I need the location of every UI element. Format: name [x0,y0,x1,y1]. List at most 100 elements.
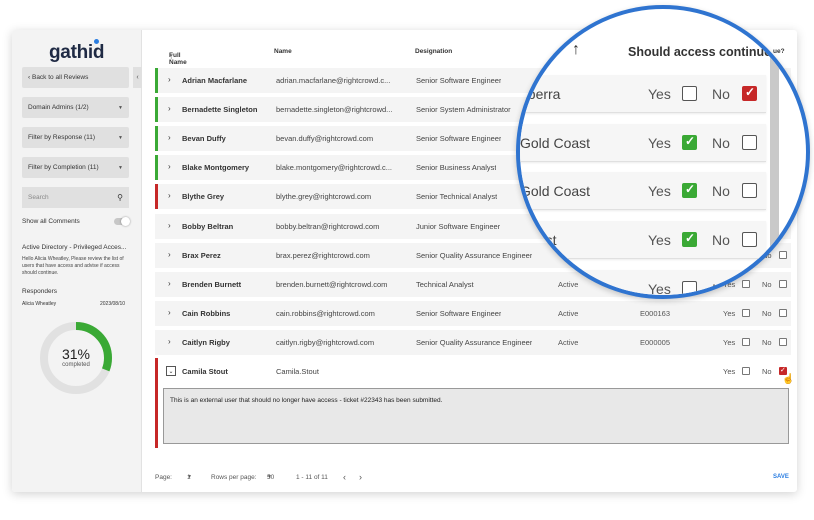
row-no-checkbox[interactable] [779,251,787,259]
next-page-button[interactable]: › [359,472,362,482]
magnified-yes-label: Yes [648,86,671,102]
expand-chevron-icon[interactable]: › [168,308,171,317]
caret-down-icon: ▼ [267,474,272,480]
magnified-no-label: No [712,183,730,199]
row-no-checkbox[interactable] [779,309,787,317]
responder-name: Alicia Wheatley [22,301,57,307]
progress-label: 31% completed [38,346,114,368]
review-description: Hello Alicia Wheatley, Please review the… [22,256,124,276]
search-input[interactable]: Search ⚲ [22,187,129,208]
magnified-yes-checkbox[interactable] [682,281,697,295]
show-comments-toggle[interactable] [114,217,130,226]
magnified-header: Should access continue? [628,45,779,59]
magnified-no-checkbox[interactable] [742,232,757,247]
collapse-sidebar-button[interactable]: ‹ [133,67,142,88]
expanded-full-name: Camila Stout [182,367,228,376]
cursor-hand-icon: ☝ [782,374,795,385]
magnified-yes-checkbox[interactable] [682,86,697,101]
magnified-row: Yes No [520,270,766,297]
caret-down-icon: ▼ [187,474,192,480]
row-name: bevan.duffy@rightcrowd.com [276,134,374,143]
row-full-name: Blythe Grey [182,192,225,201]
magnified-yes-checkbox[interactable] [682,231,697,247]
row-designation: Senior Software Engineer [416,134,502,143]
expand-chevron-icon[interactable]: › [168,337,171,346]
page-range: 1 - 11 of 11 [296,474,328,481]
expanded-no-label: No [762,367,772,376]
magnified-yes-label: Yes [648,281,671,297]
row-full-name: Brax Perez [182,251,221,260]
expand-chevron-icon[interactable]: › [168,191,171,200]
row-name: brax.perez@rightcrowd.com [276,251,370,260]
row-yes-checkbox[interactable] [742,309,750,317]
row-designation: Senior Software Engineer [416,309,502,318]
row-name: caitlyn.rigby@rightcrowd.com [276,338,375,347]
caret-down-icon: ▼ [118,134,123,141]
magnified-no-checkbox[interactable] [742,183,757,198]
row-full-name: Bevan Duffy [182,134,226,143]
row-status: Active [558,309,579,318]
logo-dot-icon [94,39,99,44]
header-name[interactable]: Name [274,48,292,55]
magnified-row: nberra Yes No [520,75,766,113]
magnified-location: Coast [520,232,557,248]
magnified-no-checkbox[interactable] [742,281,757,295]
expand-chevron-icon[interactable]: › [168,162,171,171]
expand-chevron-icon[interactable]: › [168,250,171,259]
magnified-location: Gold Coast [520,135,591,151]
table-row[interactable]: › Cain Robbins cain.robbins@rightcrowd.com… [155,301,791,326]
row-no-label: No [762,309,772,318]
expand-chevron-icon[interactable]: › [168,104,171,113]
chevron-left-icon: ‹ [136,74,139,81]
row-designation: Technical Analyst [416,280,474,289]
comment-textarea[interactable]: This is an external user that should no … [163,388,789,444]
row-employee-id: E000005 [640,338,671,347]
logo-text: gathid [49,42,105,63]
rows-per-page-label: Rows per page: [211,474,257,481]
scrollbar[interactable] [770,49,779,249]
sort-arrow-up-icon: ↑ [169,52,173,61]
expand-chevron-icon[interactable]: › [168,279,171,288]
row-designation: Senior Software Engineer [416,76,502,85]
logo: gathid [49,39,105,64]
expanded-yes-checkbox[interactable] [742,367,750,375]
responders-label: Responders [22,288,58,295]
save-button[interactable]: SAVE [773,474,789,480]
row-designation: Senior Technical Analyst [416,192,498,201]
magnified-yes-checkbox[interactable] [682,134,697,150]
row-yes-label: Yes [723,309,736,318]
row-full-name: Blake Montgomery [182,163,250,172]
row-employee-id: E000163 [640,309,671,318]
back-to-reviews-button[interactable]: ‹ Back to all Reviews [22,67,129,88]
expand-chevron-icon[interactable]: › [168,221,171,230]
magnified-yes-label: Yes [648,183,671,199]
table-row[interactable]: › Caitlyn Rigby caitlyn.rigby@rightcrowd.c… [155,330,791,355]
magnified-no-checkbox[interactable] [742,135,757,150]
row-no-checkbox[interactable] [779,338,787,346]
header-designation[interactable]: Designation [415,48,452,55]
magnified-yes-checkbox[interactable] [682,182,697,198]
row-designation: Junior Software Engineer [416,222,501,231]
expand-chevron-icon[interactable]: › [168,133,171,142]
search-icon: ⚲ [117,193,123,202]
show-comments-label: Show all Comments [22,218,80,225]
expand-toggle-icon[interactable]: ⌄ [166,366,176,376]
row-name: blythe.grey@rightcrowd.com [276,192,372,201]
magnified-no-label: No [712,135,730,151]
row-no-checkbox[interactable] [779,280,787,288]
filter-domain-admins[interactable]: Domain Admins (1/2) ▼ [22,97,129,118]
magnified-location: nberra [520,86,561,102]
responder-date: 2023/08/10 [100,301,126,307]
row-name: bobby.beltran@rightcrowd.com [276,222,380,231]
filter-by-completion[interactable]: Filter by Completion (11) ▼ [22,157,129,178]
filter-by-response[interactable]: Filter by Response (11) ▼ [22,127,129,148]
row-full-name: Cain Robbins [182,309,231,318]
row-yes-checkbox[interactable] [742,338,750,346]
magnified-no-label: No [712,281,730,297]
expand-chevron-icon[interactable]: › [168,75,171,84]
row-full-name: Caitlyn Rigby [182,338,230,347]
prev-page-button[interactable]: ‹ [343,472,346,482]
progress-sub-label: completed [62,362,90,368]
magnified-no-label: No [712,232,730,248]
magnified-no-checkbox[interactable] [742,85,757,101]
